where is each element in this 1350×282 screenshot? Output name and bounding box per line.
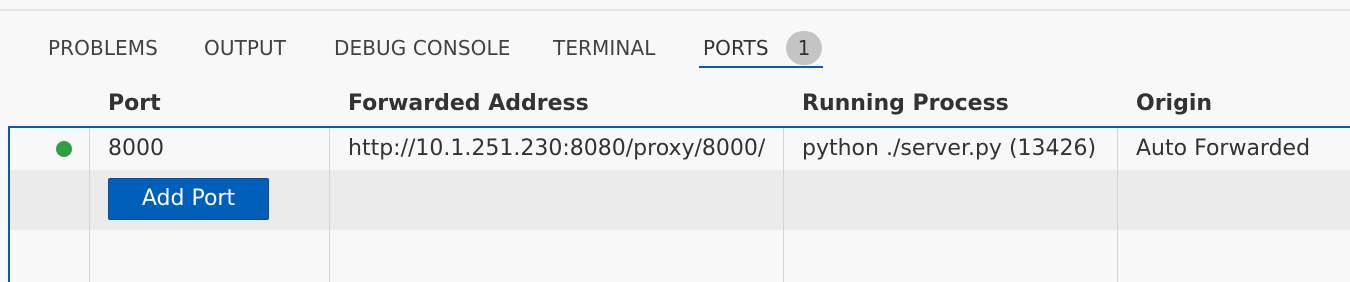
column-divider[interactable] (783, 128, 784, 282)
cell-port[interactable]: 8000 (108, 127, 164, 171)
cell-forwarded-address[interactable]: http://10.1.251.230:8080/proxy/8000/ (348, 127, 765, 171)
ports-panel: PROBLEMS OUTPUT DEBUG CONSOLE TERMINAL P… (0, 0, 1350, 282)
tab-debug-console[interactable]: DEBUG CONSOLE (334, 30, 510, 66)
tab-terminal[interactable]: TERMINAL (553, 30, 656, 66)
active-tab-indicator (699, 66, 823, 68)
panel-top-border (0, 9, 1350, 11)
tab-problems[interactable]: PROBLEMS (48, 30, 158, 66)
column-divider[interactable] (89, 128, 90, 282)
column-divider[interactable] (1117, 128, 1118, 282)
column-header-origin[interactable]: Origin (1136, 84, 1212, 124)
tab-output[interactable]: OUTPUT (204, 30, 286, 66)
column-header-running-process[interactable]: Running Process (802, 84, 1009, 124)
cell-origin: Auto Forwarded (1136, 136, 1311, 161)
tab-ports[interactable]: PORTS (703, 30, 769, 66)
port-running-status-icon (56, 141, 72, 157)
column-divider[interactable] (329, 128, 330, 282)
cell-running-process: python ./server.py (13426) (802, 136, 1097, 161)
column-header-forwarded-address[interactable]: Forwarded Address (348, 84, 589, 124)
ports-count-badge: 1 (786, 31, 822, 65)
table-header: Port Forwarded Address Running Process O… (0, 84, 1350, 124)
table-focus-outline-left (8, 126, 10, 282)
column-header-port[interactable]: Port (108, 84, 161, 124)
add-port-button[interactable]: Add Port (108, 178, 269, 220)
